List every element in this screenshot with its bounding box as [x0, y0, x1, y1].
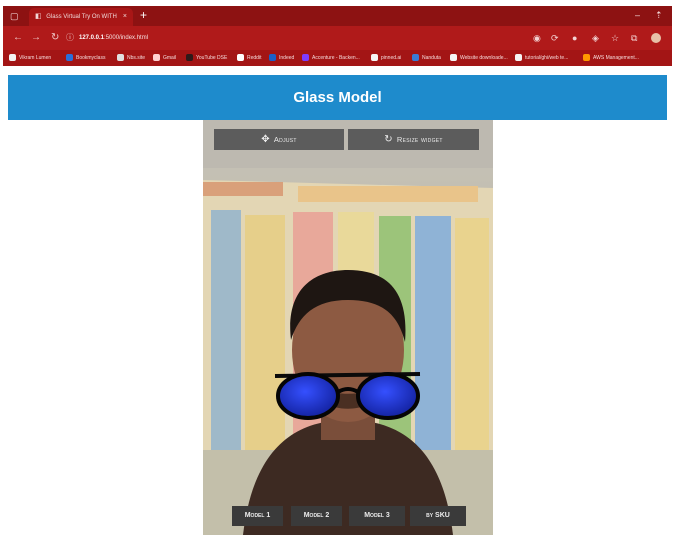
- by-sku-button[interactable]: by SKU: [410, 506, 466, 526]
- bookmark-favicon: [583, 54, 590, 61]
- window-menu-icon[interactable]: ▢: [10, 9, 19, 23]
- back-icon[interactable]: ←: [13, 32, 23, 44]
- site-info-icon[interactable]: ⓘ: [66, 32, 74, 44]
- bookmark-item[interactable]: Accenture - Backen...: [302, 54, 360, 63]
- adjust-button-label: Adjust: [273, 135, 297, 144]
- bookmark-favicon: [186, 54, 193, 61]
- bookmark-item[interactable]: pinned.ai: [371, 54, 401, 63]
- extension-icon[interactable]: ◈: [592, 32, 599, 44]
- model-1-label: Model 1: [244, 512, 271, 519]
- bookmark-favicon: [371, 54, 378, 61]
- bookmark-favicon: [237, 54, 244, 61]
- bookmark-label: Indeed: [279, 55, 295, 61]
- resize-widget-button[interactable]: ↻ Resize widget: [348, 129, 479, 150]
- bookmark-item[interactable]: Indeed: [269, 54, 294, 63]
- model-2-label: Model 2: [303, 512, 330, 519]
- tab-glass-try-on[interactable]: ◧ Glass Virtual Try On WITH ×: [29, 8, 133, 26]
- bookmark-label: Nbs.site: [127, 55, 146, 61]
- collections-icon[interactable]: ⧉: [631, 32, 637, 44]
- bookmark-label: Vikram Lumen: [19, 55, 52, 61]
- restore-icon[interactable]: ⇡: [655, 8, 663, 22]
- new-tab-icon[interactable]: +: [140, 7, 147, 23]
- adjust-button[interactable]: ✥ Adjust: [214, 129, 344, 150]
- bookmark-favicon: [269, 54, 276, 61]
- bookmark-label: AWS Management...: [593, 55, 639, 61]
- bookmark-item[interactable]: Website downloade...: [450, 54, 508, 63]
- browser-window: ▢ ◧ Glass Virtual Try On WITH × + – ⇡ ← …: [0, 0, 675, 535]
- bookmark-label: Website downloade...: [460, 55, 508, 61]
- bookmark-item[interactable]: Nanduta: [412, 54, 441, 63]
- move-icon: ✥: [261, 134, 270, 145]
- bookmark-label: Reddit: [247, 55, 262, 61]
- tab-bar: ▢ ◧ Glass Virtual Try On WITH × + – ⇡: [3, 6, 672, 26]
- bookmark-favicon: [450, 54, 457, 61]
- bookmark-item[interactable]: tutorial/ghi/web te...: [515, 54, 568, 63]
- favorite-icon[interactable]: ☆: [611, 32, 619, 44]
- bookmark-item[interactable]: Gmail: [153, 54, 176, 63]
- tab-close-icon[interactable]: ×: [123, 8, 127, 26]
- tab-title: Glass Virtual Try On WITH: [46, 14, 117, 20]
- model-1-button[interactable]: Model 1: [232, 506, 283, 526]
- bookmark-item[interactable]: Reddit: [237, 54, 261, 63]
- forward-icon[interactable]: →: [31, 32, 41, 44]
- url-host: 127.0.0.1: [79, 35, 105, 41]
- bookmark-label: tutorial/ghi/web te...: [525, 55, 569, 61]
- bookmark-favicon: [66, 54, 73, 61]
- bookmark-label: Nanduta: [422, 55, 441, 61]
- bookmark-favicon: [515, 54, 522, 61]
- camera-permission-icon[interactable]: ◉: [533, 32, 541, 44]
- reload-icon[interactable]: ↻: [51, 32, 59, 44]
- page-title: Glass Model: [8, 75, 667, 120]
- camera-view: ✥ Adjust ↻ Resize widget Model 1 Model 2 M…: [203, 120, 493, 535]
- bookmark-label: Gmail: [163, 55, 177, 61]
- camera-feed-image: [203, 120, 493, 535]
- address-bar: ← → ↻ ⓘ 127.0.0.1:5000/index.html ◉ ⟳ ● …: [3, 26, 672, 50]
- bookmark-favicon: [412, 54, 419, 61]
- bookmark-item[interactable]: YouTube DSE: [186, 54, 227, 63]
- translate-icon[interactable]: ⟳: [551, 32, 559, 44]
- model-3-label: Model 3: [364, 512, 390, 519]
- resize-widget-button-label: Resize widget: [396, 135, 443, 144]
- bookmark-favicon: [302, 54, 309, 61]
- url-field[interactable]: 127.0.0.1:5000/index.html: [79, 34, 148, 42]
- bookmark-label: YouTube DSE: [196, 55, 228, 61]
- bookmark-item[interactable]: Nbs.site: [117, 54, 145, 63]
- bookmark-label: Accenture - Backen...: [312, 55, 360, 61]
- bookmarks-bar: Vikram Lumen Bookmyclass Nbs.site Gmail …: [3, 50, 672, 66]
- bookmark-favicon: [9, 54, 16, 61]
- url-path: :5000/index.html: [104, 35, 149, 41]
- by-sku-label: by SKU: [426, 512, 450, 519]
- bookmark-item[interactable]: Vikram Lumen: [9, 54, 51, 63]
- page-icon: ◧: [35, 13, 42, 20]
- bookmark-label: pinned.ai: [381, 55, 402, 61]
- model-3-button[interactable]: Model 3: [349, 506, 405, 526]
- bookmark-item[interactable]: Bookmyclass: [66, 54, 105, 63]
- bookmark-favicon: [117, 54, 124, 61]
- minimize-icon[interactable]: –: [635, 8, 640, 22]
- bookmark-label: Bookmyclass: [76, 55, 106, 61]
- refresh-icon: ↻: [384, 134, 393, 145]
- record-icon[interactable]: ●: [572, 32, 577, 44]
- bookmark-item[interactable]: AWS Management...: [583, 54, 639, 63]
- profile-avatar[interactable]: [651, 33, 661, 43]
- model-2-button[interactable]: Model 2: [291, 506, 342, 526]
- bookmark-favicon: [153, 54, 160, 61]
